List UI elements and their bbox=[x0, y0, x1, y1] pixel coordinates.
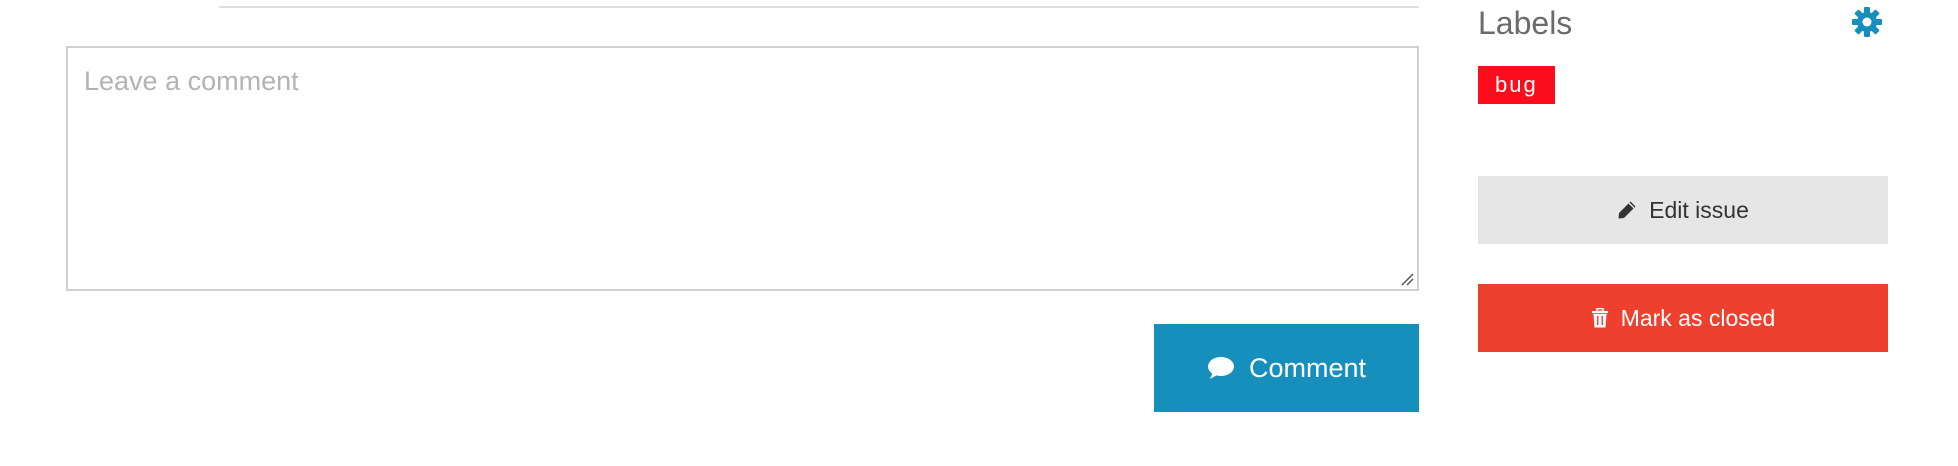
divider bbox=[219, 6, 1419, 8]
issue-page: Comment Labels bug bbox=[0, 0, 1958, 466]
edit-issue-button[interactable]: Edit issue bbox=[1478, 176, 1888, 244]
comment-box[interactable] bbox=[66, 46, 1419, 291]
label-tag-bug[interactable]: bug bbox=[1478, 66, 1555, 104]
edit-issue-label: Edit issue bbox=[1649, 196, 1749, 223]
comment-button[interactable]: Comment bbox=[1154, 324, 1419, 412]
pencil-icon bbox=[1617, 200, 1637, 220]
trash-icon bbox=[1591, 308, 1609, 328]
comment-button-label: Comment bbox=[1248, 352, 1367, 383]
comment-textarea[interactable] bbox=[68, 48, 1417, 289]
mark-as-closed-button[interactable]: Mark as closed bbox=[1478, 284, 1888, 352]
comment-bubble-icon bbox=[1207, 356, 1235, 380]
resize-handle-icon[interactable] bbox=[1400, 272, 1414, 286]
labels-title: Labels bbox=[1478, 5, 1573, 41]
mark-as-closed-label: Mark as closed bbox=[1620, 304, 1776, 331]
gear-icon[interactable] bbox=[1851, 6, 1883, 38]
